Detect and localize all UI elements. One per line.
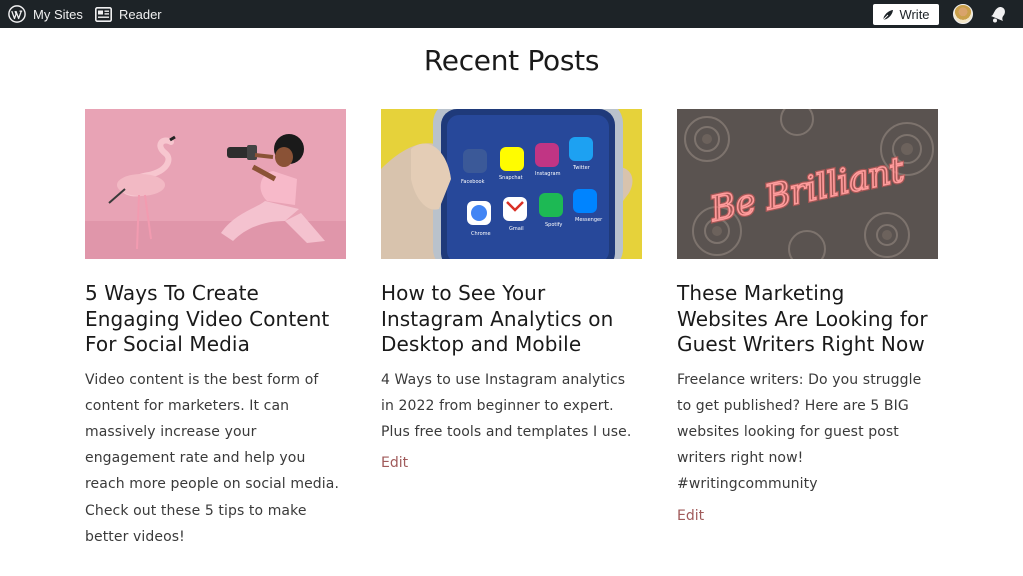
pen-icon [883, 9, 894, 20]
post-title[interactable]: How to See Your Instagram Analytics on D… [381, 281, 642, 358]
app-label: Gmail [509, 226, 524, 232]
post-excerpt: Video content is the best form of conten… [85, 371, 339, 545]
post-card: Facebook Snapchat Instagram Twitter Chro… [381, 109, 642, 471]
my-sites-button[interactable]: My Sites [8, 0, 83, 28]
post-title[interactable]: 5 Ways To Create Engaging Video Content … [85, 281, 346, 358]
post-card: 5 Ways To Create Engaging Video Content … [85, 109, 346, 550]
reader-button[interactable]: Reader [95, 0, 162, 28]
app-label: Twitter [572, 165, 591, 171]
app-label: Chrome [471, 231, 491, 237]
edit-link[interactable]: Edit [677, 508, 704, 524]
post-thumbnail-video-creator[interactable] [85, 109, 346, 259]
my-sites-label: My Sites [33, 6, 83, 22]
reader-label: Reader [119, 6, 162, 22]
admin-bar: My Sites Reader Write [0, 0, 1023, 28]
app-label: Snapchat [499, 175, 523, 181]
avatar[interactable] [953, 4, 973, 24]
write-button[interactable]: Write [873, 4, 939, 25]
page-title: Recent Posts [423, 44, 600, 77]
edit-link[interactable]: Edit [381, 455, 408, 471]
reader-icon [95, 6, 112, 22]
app-label: Facebook [461, 179, 485, 185]
post-excerpt: Freelance writers: Do you struggle to ge… [677, 371, 922, 493]
write-label: Write [899, 7, 930, 22]
post-thumbnail-instagram-phone[interactable]: Facebook Snapchat Instagram Twitter Chro… [381, 109, 642, 259]
wordpress-icon [8, 5, 26, 23]
app-label: Messenger [575, 217, 603, 223]
app-label: Spotify [545, 222, 562, 228]
bell-icon[interactable] [988, 5, 1008, 23]
app-label: Instagram [535, 171, 561, 177]
post-excerpt: 4 Ways to use Instagram analytics in 202… [381, 371, 632, 440]
post-thumbnail-neon-sign[interactable]: Be Brilliant Be Brilliant [677, 109, 938, 259]
post-card: Be Brilliant Be Brilliant These Marketin… [677, 109, 938, 524]
post-title[interactable]: These Marketing Websites Are Looking for… [677, 281, 938, 358]
